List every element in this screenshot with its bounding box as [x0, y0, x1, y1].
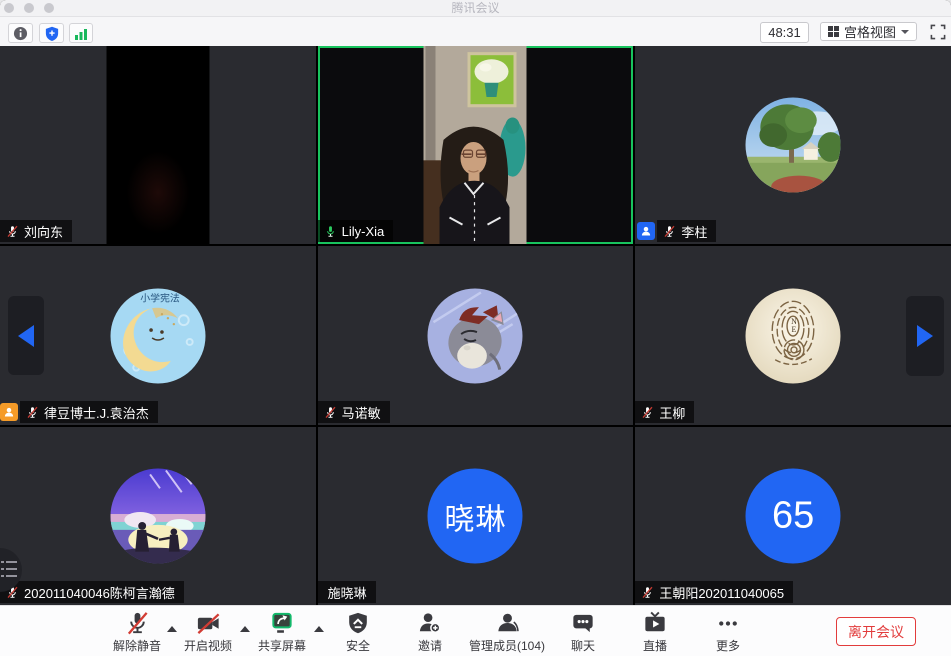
start-video-button[interactable]: 开启视频 — [184, 610, 232, 654]
participant-name: 王柳 — [659, 403, 685, 422]
invite-person-icon — [417, 610, 444, 637]
top-toolbar: 48:31 宫格视图 — [0, 17, 951, 46]
user-icon — [640, 225, 652, 237]
network-signal-button[interactable] — [69, 23, 93, 43]
more-dots-icon — [715, 610, 742, 637]
nameplate: 施晓琳 — [318, 581, 376, 603]
meeting-timer: 48:31 — [760, 22, 809, 43]
avatar-anime-sky — [110, 469, 205, 564]
user-badge-blue — [637, 222, 655, 240]
avatar-text: 晓琳 — [444, 494, 506, 538]
participant-tile-wangchaoyang[interactable]: 65 王朝阳202011040065 — [635, 427, 951, 605]
security-button[interactable]: 安全 — [345, 610, 371, 654]
dark-video-feed — [106, 46, 209, 244]
nameplate: 202011040046陈柯言瀚德 — [0, 581, 184, 603]
video-feed — [424, 46, 527, 244]
previous-page-button[interactable] — [8, 296, 44, 375]
avatar-initials: 晓琳 — [428, 469, 523, 564]
bottom-toolbar: 解除静音 开启视频 共享屏幕 安全 邀请 管理成员(104) 聊天 — [0, 605, 951, 656]
mic-muted-icon — [641, 586, 654, 599]
info-icon — [13, 26, 28, 41]
unmute-options-expander[interactable] — [167, 626, 177, 632]
meeting-security-button[interactable] — [39, 23, 64, 43]
chat-button[interactable]: 聊天 — [570, 610, 597, 654]
mic-muted-icon — [6, 225, 19, 238]
window-title: 腾讯会议 — [0, 0, 951, 16]
chevron-down-icon — [901, 30, 909, 34]
shield-plus-icon — [45, 26, 59, 41]
participant-tile-lilyxia[interactable]: Lily-Xia — [318, 46, 634, 244]
grid-view-icon — [828, 26, 839, 37]
leave-meeting-button[interactable]: 离开会议 — [836, 617, 916, 646]
webcam-portrait — [424, 46, 527, 244]
user-badge-orange — [0, 403, 18, 421]
nameplate: 王朝阳202011040065 — [635, 581, 793, 603]
participant-name: 律豆博士.J.袁治杰 — [44, 403, 149, 422]
title-bar: 腾讯会议 — [0, 0, 951, 17]
live-tv-icon — [642, 610, 669, 637]
next-page-button[interactable] — [906, 296, 944, 376]
participant-name: 李柱 — [681, 222, 707, 241]
participant-name: 202011040046陈柯言瀚德 — [24, 583, 175, 602]
participant-tile-chenkeyan[interactable]: 202011040046陈柯言瀚德 — [0, 427, 316, 605]
nameplate: 马诺敏 — [318, 401, 390, 423]
nameplate: 王柳 — [635, 401, 694, 423]
camera-muted-icon — [194, 610, 221, 637]
avatar-tree — [746, 98, 841, 193]
nameplate: 律豆博士.J.袁治杰 — [20, 401, 158, 423]
share-screen-icon — [268, 610, 296, 637]
mic-muted-icon — [26, 406, 39, 419]
fullscreen-button[interactable] — [929, 23, 946, 40]
share-screen-button[interactable]: 共享屏幕 — [258, 610, 306, 654]
mic-muted-icon — [663, 225, 676, 238]
meeting-window: 腾讯会议 48:31 宫格视图 刘向东 — [0, 0, 951, 656]
mic-muted-icon — [641, 406, 654, 419]
view-mode-label: 宫格视图 — [844, 22, 896, 41]
participant-tile-wangliu[interactable]: N E 王柳 — [635, 246, 951, 425]
view-mode-button[interactable]: 宫格视图 — [820, 22, 917, 41]
manage-members-button[interactable]: 管理成员(104) — [469, 610, 545, 654]
nameplate: 刘向东 — [0, 220, 72, 242]
avatar-moon: 小学宪法 — [110, 288, 205, 383]
avatar-initials: 65 — [746, 469, 841, 564]
avatar-caption: 小学宪法 — [140, 291, 180, 304]
avatar-fingerprint: N E — [746, 288, 841, 383]
avatar-cat — [428, 288, 523, 383]
user-icon — [3, 406, 15, 418]
shield-icon — [345, 610, 371, 637]
participant-name: 王朝阳202011040065 — [659, 583, 784, 602]
arrow-left-icon — [18, 325, 34, 347]
invite-button[interactable]: 邀请 — [417, 610, 444, 654]
mic-on-icon — [324, 225, 337, 238]
participant-tile-manuomin[interactable]: 马诺敏 — [318, 246, 634, 425]
participant-name: 施晓琳 — [328, 583, 367, 602]
nameplate: 李柱 — [657, 220, 716, 242]
fullscreen-icon — [930, 24, 946, 40]
mic-muted-icon — [123, 610, 150, 637]
avatar-text: 65 — [772, 495, 814, 538]
participant-tile-lvdou[interactable]: 小学宪法 律豆博士.J.袁治杰 — [0, 246, 316, 425]
live-stream-button[interactable]: 直播 — [642, 610, 669, 654]
participant-tile-lizhu[interactable]: 李柱 — [635, 46, 951, 244]
participant-tile-shixiaolin[interactable]: 晓琳 施晓琳 — [318, 427, 634, 605]
members-icon — [493, 610, 520, 637]
more-button[interactable]: 更多 — [715, 610, 742, 654]
video-grid: 刘向东 — [0, 46, 951, 605]
mic-muted-icon — [324, 406, 337, 419]
participant-name: Lily-Xia — [342, 224, 385, 239]
meeting-info-button[interactable] — [8, 23, 33, 43]
video-options-expander[interactable] — [240, 626, 250, 632]
arrow-right-icon — [917, 325, 933, 347]
chat-bubble-icon — [570, 610, 597, 637]
unmute-button[interactable]: 解除静音 — [113, 610, 161, 654]
participant-name: 马诺敏 — [342, 403, 381, 422]
share-options-expander[interactable] — [314, 626, 324, 632]
participant-tile-liuxiangdong[interactable]: 刘向东 — [0, 46, 316, 244]
nameplate: Lily-Xia — [318, 220, 394, 242]
svg-text:E: E — [792, 325, 797, 334]
participant-name: 刘向东 — [24, 222, 63, 241]
network-signal-icon — [74, 27, 88, 40]
